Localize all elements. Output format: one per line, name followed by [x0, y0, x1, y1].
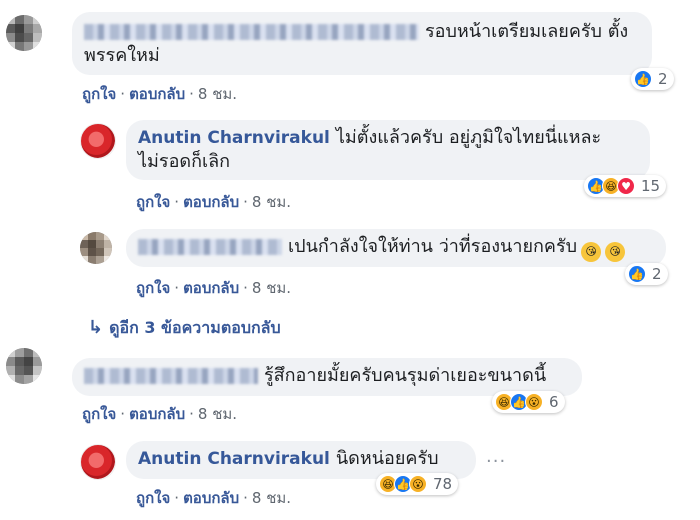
- reaction-summary[interactable]: 👍 2: [625, 263, 668, 285]
- view-more-replies-link[interactable]: ↳ ดูอีก 3 ข้อความตอบกลับ: [88, 316, 281, 341]
- like-link[interactable]: ถูกใจ: [136, 193, 170, 211]
- author-name[interactable]: Anutin Charnvirakul: [138, 128, 330, 148]
- blurred-author-name[interactable]: [84, 24, 419, 40]
- comment-actions: ถูกใจ · ตอบกลับ · 8 ชม.: [82, 405, 238, 423]
- comment-text: ไม่รอดก็เลิก: [138, 151, 231, 172]
- timestamp[interactable]: 8 ชม.: [252, 279, 291, 297]
- reaction-summary[interactable]: 👍 😆 ♥ 15: [584, 175, 667, 197]
- comment-text: พรรคใหม่: [84, 45, 160, 66]
- heart-icon: ♥: [617, 177, 635, 195]
- reaction-summary[interactable]: 👍 2: [631, 68, 674, 90]
- reply-link[interactable]: ตอบกลับ: [129, 405, 185, 423]
- kissing-face-icon: 😘: [605, 242, 626, 262]
- like-link[interactable]: ถูกใจ: [136, 489, 170, 507]
- comment-actions: ถูกใจ · ตอบกลับ · 8 ชม.: [136, 279, 292, 297]
- surprised-face-icon: 😮: [525, 393, 543, 411]
- timestamp[interactable]: 8 ชม.: [252, 489, 291, 507]
- avatar[interactable]: [6, 15, 42, 51]
- comment-text: เปนกำลังใจให้ท่าน ว่าที่รองนายกครับ: [288, 236, 578, 257]
- comment-bubble: Anutin Charnvirakul ไม่ตั้งแล้วครับ อยู่ภ…: [126, 120, 650, 180]
- comment-text: ไม่ตั้งแล้วครับ อยู่ภูมิใจไทยนี่แหละ: [335, 127, 602, 148]
- comment-actions: ถูกใจ · ตอบกลับ · 8 ชม.: [82, 85, 238, 103]
- reply-link[interactable]: ตอบกลับ: [129, 85, 185, 103]
- timestamp[interactable]: 8 ชม.: [198, 85, 237, 103]
- comment-text: นิดหน่อยครับ: [335, 448, 439, 469]
- comment-bubble: เปนกำลังใจให้ท่าน ว่าที่รองนายกครับ 😘 😘: [126, 229, 666, 267]
- reply-link[interactable]: ตอบกลับ: [183, 193, 239, 211]
- surprised-face-icon: 😮: [409, 475, 427, 493]
- like-link[interactable]: ถูกใจ: [82, 85, 116, 103]
- author-name[interactable]: Anutin Charnvirakul: [138, 449, 330, 469]
- blurred-author-name[interactable]: [138, 239, 282, 255]
- thumbs-up-icon: 👍: [634, 70, 652, 88]
- avatar[interactable]: [80, 232, 112, 264]
- more-options-icon[interactable]: ···: [486, 451, 506, 472]
- blurred-author-name[interactable]: [84, 368, 258, 384]
- reaction-summary[interactable]: 😆 👍 😮 6: [492, 391, 565, 413]
- timestamp[interactable]: 8 ชม.: [198, 405, 237, 423]
- comment-actions: ถูกใจ · ตอบกลับ · 8 ชม.: [136, 193, 292, 211]
- timestamp[interactable]: 8 ชม.: [252, 193, 291, 211]
- comment-actions: ถูกใจ · ตอบกลับ · 8 ชม.: [136, 489, 292, 507]
- reply-link[interactable]: ตอบกลับ: [183, 279, 239, 297]
- like-link[interactable]: ถูกใจ: [136, 279, 170, 297]
- reply-link[interactable]: ตอบกลับ: [183, 489, 239, 507]
- comment-bubble: รอบหน้าเตรียมเลยครับ ตั้ง พรรคใหม่: [72, 12, 652, 75]
- avatar[interactable]: [6, 348, 42, 384]
- avatar[interactable]: [80, 444, 116, 480]
- reply-arrow-icon: ↳: [88, 317, 104, 338]
- avatar[interactable]: [80, 123, 116, 159]
- comment-text: รอบหน้าเตรียมเลยครับ ตั้ง: [425, 21, 629, 42]
- thumbs-up-icon: 👍: [628, 265, 646, 283]
- reaction-summary[interactable]: 😆 👍 😮 78: [376, 473, 459, 495]
- kissing-face-icon: 😘: [581, 242, 602, 262]
- comment-text: รู้สึกอายมั้ยครับคนรุมด่าเยอะขนาดนี้: [264, 365, 547, 386]
- like-link[interactable]: ถูกใจ: [82, 405, 116, 423]
